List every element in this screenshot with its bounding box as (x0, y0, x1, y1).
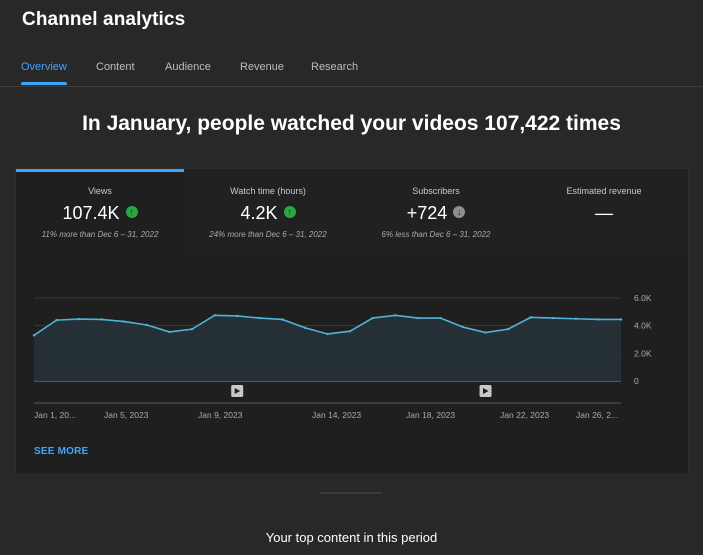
trend-up-icon: ↑ (125, 206, 138, 219)
x-tick-label: Jan 14, 2023 (312, 410, 361, 420)
x-tick-label: Jan 26, 2... (576, 410, 618, 420)
data-point (597, 318, 600, 321)
y-tick-label: 0 (634, 376, 639, 386)
data-point (529, 316, 532, 319)
data-point (100, 318, 103, 321)
data-point (439, 316, 442, 320)
metric-label: Views (88, 186, 112, 196)
top-content-title: Your top content in this period (265, 530, 438, 545)
see-more-link[interactable]: SEE MORE (34, 446, 88, 457)
data-point (213, 314, 216, 317)
metric-compare: 11% more than Dec 6 – 31, 2022 (41, 230, 159, 239)
page-title: Channel analytics (22, 9, 186, 30)
metric-subscribers[interactable]: Subscribers +724 ↓ 6% less than Dec 6 – 3… (352, 169, 520, 254)
trend-down-icon: ↓ (453, 206, 466, 219)
metric-label: Watch time (hours) (230, 186, 306, 196)
x-tick-label: Jan 5, 2023 (104, 410, 149, 420)
tab-audience[interactable]: Audience (165, 61, 211, 85)
metric-value: — (595, 203, 613, 223)
data-point (168, 330, 171, 334)
y-tick-label: 6.0K (634, 293, 652, 303)
metric-views[interactable]: Views 107.4K ↑ 11% more than Dec 6 – 31, … (16, 169, 184, 254)
trend-up-icon: ↑ (283, 206, 296, 219)
metric-compare: 6% less than Dec 6 – 31, 2022 (381, 230, 491, 239)
tab-research[interactable]: Research (311, 61, 358, 85)
data-point (281, 318, 284, 321)
data-point (123, 320, 126, 323)
x-tick-label: Jan 22, 2023 (500, 410, 549, 420)
data-point (145, 323, 149, 327)
x-tick-label: Jan 1, 20... (34, 410, 76, 420)
metric-watch-time[interactable]: Watch time (hours) 4.2K ↑ 24% more than D… (184, 169, 352, 254)
data-point (348, 330, 352, 333)
data-point (55, 318, 58, 322)
tab-content[interactable]: Content (96, 61, 135, 85)
data-point (77, 317, 81, 321)
metric-value: +724 (406, 203, 448, 223)
data-point (258, 316, 261, 320)
analytics-card: Views 107.4K ↑ 11% more than Dec 6 – 31, … (15, 168, 689, 475)
data-point (326, 332, 329, 336)
data-point (574, 317, 578, 320)
area-fill (34, 315, 621, 381)
data-point (190, 327, 194, 331)
x-tick-label: Jan 18, 2023 (406, 410, 455, 420)
data-point (461, 325, 465, 329)
data-point (416, 316, 420, 320)
x-tick-label: Jan 9, 2023 (198, 410, 243, 420)
data-point (484, 331, 487, 334)
metric-compare: 24% more than Dec 6 – 31, 2022 (209, 230, 327, 239)
tab-revenue[interactable]: Revenue (240, 61, 284, 85)
metric-value: 4.2K (240, 203, 278, 223)
metric-estimated-revenue[interactable]: Estimated revenue — (520, 169, 688, 254)
data-point (619, 318, 623, 321)
views-chart[interactable]: 6.0K 4.0K 2.0K 0 Jan 1, 20... Jan 5, 2023 Jan … (16, 281, 688, 426)
data-point (32, 334, 36, 337)
data-point (394, 314, 397, 317)
headline: In January, people watched your videos 1… (82, 112, 621, 135)
tab-overview[interactable]: Overview (21, 61, 67, 85)
metric-value: 107.4K (62, 203, 120, 223)
y-tick-label: 4.0K (634, 321, 652, 331)
section-divider (320, 492, 382, 494)
y-tick-label: 2.0K (634, 348, 652, 358)
data-point (235, 314, 239, 318)
metric-label: Subscribers (412, 186, 460, 196)
metric-label: Estimated revenue (566, 186, 642, 196)
data-point (506, 327, 510, 331)
data-point (552, 316, 555, 320)
tab-bar: Overview Content Audience Revenue Resear… (0, 52, 703, 87)
data-point (303, 326, 307, 329)
data-point (371, 316, 374, 320)
